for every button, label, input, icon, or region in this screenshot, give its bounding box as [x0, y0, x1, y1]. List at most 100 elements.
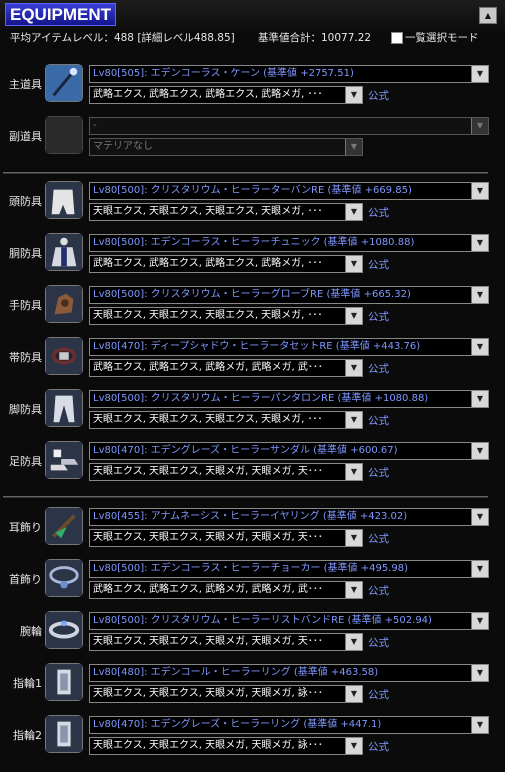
chevron-down-icon[interactable]: ▼ [471, 665, 488, 681]
official-link[interactable]: 公式 [368, 531, 389, 546]
materia-select[interactable]: 天眼エクス, 天眼エクス, 天眼エクス, 天眼メガ, ･･･ ▼ [89, 411, 363, 429]
chevron-down-icon[interactable]: ▼ [345, 204, 362, 220]
item-select-value: Lv80[500]: エデンコーラス・ヒーラーチュニック (基準値 +1080.… [93, 237, 415, 248]
tunic-icon[interactable] [45, 233, 83, 271]
slot-label: 手防具 [9, 299, 42, 312]
choker-icon[interactable] [45, 559, 83, 597]
chevron-down-icon[interactable]: ▼ [471, 339, 488, 355]
panel-header: EQUIPMENT ▲ [0, 0, 505, 30]
equipment-slot-row: 耳飾り Lv80[455]: アナムネーシス・ヒーラーイヤリング (基準値 +42… [0, 507, 505, 549]
wristband-icon[interactable] [45, 611, 83, 649]
official-link[interactable]: 公式 [368, 413, 389, 428]
cane-icon[interactable] [45, 64, 83, 102]
triangle-up-icon[interactable]: ▲ [479, 7, 497, 24]
official-link[interactable]: 公式 [368, 88, 389, 103]
chevron-down-icon[interactable]: ▼ [345, 530, 362, 546]
item-select[interactable]: Lv80[500]: クリスタリウム・ヒーラーパンタロンRE (基準値 +108… [89, 390, 489, 408]
official-link[interactable]: 公式 [368, 583, 389, 598]
chevron-down-icon[interactable]: ▼ [471, 235, 488, 251]
chevron-down-icon[interactable]: ▼ [471, 183, 488, 199]
item-select-value: - [93, 120, 97, 131]
materia-select[interactable]: 天眼エクス, 天眼エクス, 天眼メガ, 天眼メガ, 天･･･ ▼ [89, 529, 363, 547]
item-select[interactable]: Lv80[505]: エデンコーラス・ケーン (基準値 +2757.51) ▼ [89, 65, 489, 83]
materia-select[interactable]: 武略エクス, 武略エクス, 武略メガ, 武略メガ, 武･･･ ▼ [89, 581, 363, 599]
item-select: - ▼ [89, 117, 489, 135]
official-link[interactable]: 公式 [368, 739, 389, 754]
materia-select[interactable]: 天眼エクス, 天眼エクス, 天眼メガ, 天眼メガ, 詠･･･ ▼ [89, 685, 363, 703]
item-select-value: Lv80[470]: エデングレーズ・ヒーラーリング (基準値 +447.1) [93, 719, 382, 730]
item-select-value: Lv80[500]: クリスタリウム・ヒーラーターバンRE (基準値 +669.… [93, 185, 412, 196]
chevron-down-icon[interactable]: ▼ [345, 87, 362, 103]
item-select[interactable]: Lv80[470]: ディープシャドウ・ヒーラータセットRE (基準値 +443… [89, 338, 489, 356]
item-select[interactable]: Lv80[500]: エデンコーラス・ヒーラーチョーカー (基準値 +495.9… [89, 560, 489, 578]
slot-label: 指輪1 [13, 677, 42, 690]
chevron-down-icon[interactable]: ▼ [345, 360, 362, 376]
chevron-down-icon[interactable]: ▼ [345, 738, 362, 754]
pantaloon-icon[interactable] [45, 389, 83, 427]
official-link[interactable]: 公式 [368, 309, 389, 324]
item-select[interactable]: Lv80[455]: アナムネーシス・ヒーラーイヤリング (基準値 +423.0… [89, 508, 489, 526]
summary-bar: 平均アイテムレベル：488 [詳細レベル488.85] 基準値合計：10077.… [0, 30, 505, 46]
chevron-down-icon[interactable]: ▼ [471, 717, 488, 733]
chevron-down-icon[interactable]: ▼ [471, 66, 488, 82]
chevron-down-icon[interactable]: ▼ [471, 391, 488, 407]
slot-label: 副道具 [9, 130, 42, 143]
empty-slot-icon[interactable] [45, 116, 83, 154]
official-link[interactable]: 公式 [368, 205, 389, 220]
equipment-slot-row: 足防具 Lv80[470]: エデングレーズ・ヒーラーサンダル (基準値 +600… [0, 441, 505, 483]
average-item-level: 平均アイテムレベル：488 [詳細レベル488.85] [10, 32, 235, 44]
chevron-down-icon[interactable]: ▼ [471, 561, 488, 577]
official-link[interactable]: 公式 [368, 635, 389, 650]
materia-select[interactable]: 武略エクス, 武略エクス, 武略メガ, 武略メガ, 武･･･ ▼ [89, 359, 363, 377]
materia-select-value: 天眼エクス, 天眼エクス, 天眼メガ, 天眼メガ, 詠･･･ [93, 740, 323, 751]
materia-select[interactable]: 武略エクス, 武略エクス, 武略エクス, 武略メガ, ･･･ ▼ [89, 255, 363, 273]
chevron-down-icon[interactable]: ▼ [345, 412, 362, 428]
equipment-slot-row: 副道具 - ▼ マテリアなし ▼ [0, 116, 505, 158]
chevron-down-icon: ▼ [345, 139, 362, 155]
equipment-slot-row: 主道具 Lv80[505]: エデンコーラス・ケーン (基準値 +2757.51)… [0, 64, 505, 106]
chevron-down-icon[interactable]: ▼ [471, 287, 488, 303]
item-select-value: Lv80[505]: エデンコーラス・ケーン (基準値 +2757.51) [93, 68, 354, 79]
turban-icon[interactable] [45, 181, 83, 219]
item-select[interactable]: Lv80[500]: エデンコーラス・ヒーラーチュニック (基準値 +1080.… [89, 234, 489, 252]
materia-select-value: 天眼エクス, 天眼エクス, 天眼メガ, 天眼メガ, 天･･･ [93, 532, 323, 543]
item-select[interactable]: Lv80[500]: クリスタリウム・ヒーラーリストバンドRE (基準値 +50… [89, 612, 489, 630]
materia-select-value: 天眼エクス, 天眼エクス, 天眼メガ, 天眼メガ, 天･･･ [93, 466, 323, 477]
chevron-down-icon[interactable]: ▼ [471, 509, 488, 525]
materia-select[interactable]: 天眼エクス, 天眼エクス, 天眼エクス, 天眼メガ, ･･･ ▼ [89, 203, 363, 221]
materia-select[interactable]: 武略エクス, 武略エクス, 武略エクス, 武略メガ, ･･･ ▼ [89, 86, 363, 104]
ring-icon[interactable] [45, 715, 83, 753]
item-select[interactable]: Lv80[470]: エデングレーズ・ヒーラーリング (基準値 +447.1) ▼ [89, 716, 489, 734]
chevron-down-icon[interactable]: ▼ [345, 308, 362, 324]
glove-icon[interactable] [45, 285, 83, 323]
materia-select[interactable]: 天眼エクス, 天眼エクス, 天眼メガ, 天眼メガ, 詠･･･ ▼ [89, 737, 363, 755]
ring-icon[interactable] [45, 663, 83, 701]
tasset-icon[interactable] [45, 337, 83, 375]
materia-select-value: 武略エクス, 武略エクス, 武略メガ, 武略メガ, 武･･･ [93, 584, 323, 595]
official-link[interactable]: 公式 [368, 361, 389, 376]
earring-icon[interactable] [45, 507, 83, 545]
chevron-down-icon[interactable]: ▼ [345, 464, 362, 480]
item-select[interactable]: Lv80[470]: エデングレーズ・ヒーラーサンダル (基準値 +600.67… [89, 442, 489, 460]
item-select[interactable]: Lv80[500]: クリスタリウム・ヒーラーターバンRE (基準値 +669.… [89, 182, 489, 200]
item-select[interactable]: Lv80[500]: クリスタリウム・ヒーラーグローブRE (基準値 +665.… [89, 286, 489, 304]
item-select-value: Lv80[500]: クリスタリウム・ヒーラーリストバンドRE (基準値 +50… [93, 615, 432, 626]
item-select[interactable]: Lv80[480]: エデンコール・ヒーラーリング (基準値 +463.58) ▼ [89, 664, 489, 682]
materia-select[interactable]: 天眼エクス, 天眼エクス, 天眼エクス, 天眼メガ, ･･･ ▼ [89, 307, 363, 325]
chevron-down-icon[interactable]: ▼ [345, 582, 362, 598]
chevron-down-icon[interactable]: ▼ [345, 256, 362, 272]
sandal-icon[interactable] [45, 441, 83, 479]
materia-select[interactable]: 天眼エクス, 天眼エクス, 天眼メガ, 天眼メガ, 天･･･ ▼ [89, 633, 363, 651]
chevron-down-icon[interactable]: ▼ [471, 613, 488, 629]
materia-select[interactable]: 天眼エクス, 天眼エクス, 天眼メガ, 天眼メガ, 天･･･ ▼ [89, 463, 363, 481]
official-link[interactable]: 公式 [368, 687, 389, 702]
chevron-down-icon[interactable]: ▼ [345, 634, 362, 650]
official-link[interactable]: 公式 [368, 465, 389, 480]
chevron-down-icon[interactable]: ▼ [345, 686, 362, 702]
list-mode-checkbox[interactable] [391, 32, 403, 44]
slot-label: 主道具 [9, 78, 42, 91]
slot-label: 足防具 [9, 455, 42, 468]
item-select-value: Lv80[500]: クリスタリウム・ヒーラーグローブRE (基準値 +665.… [93, 289, 411, 300]
official-link[interactable]: 公式 [368, 257, 389, 272]
chevron-down-icon[interactable]: ▼ [471, 443, 488, 459]
